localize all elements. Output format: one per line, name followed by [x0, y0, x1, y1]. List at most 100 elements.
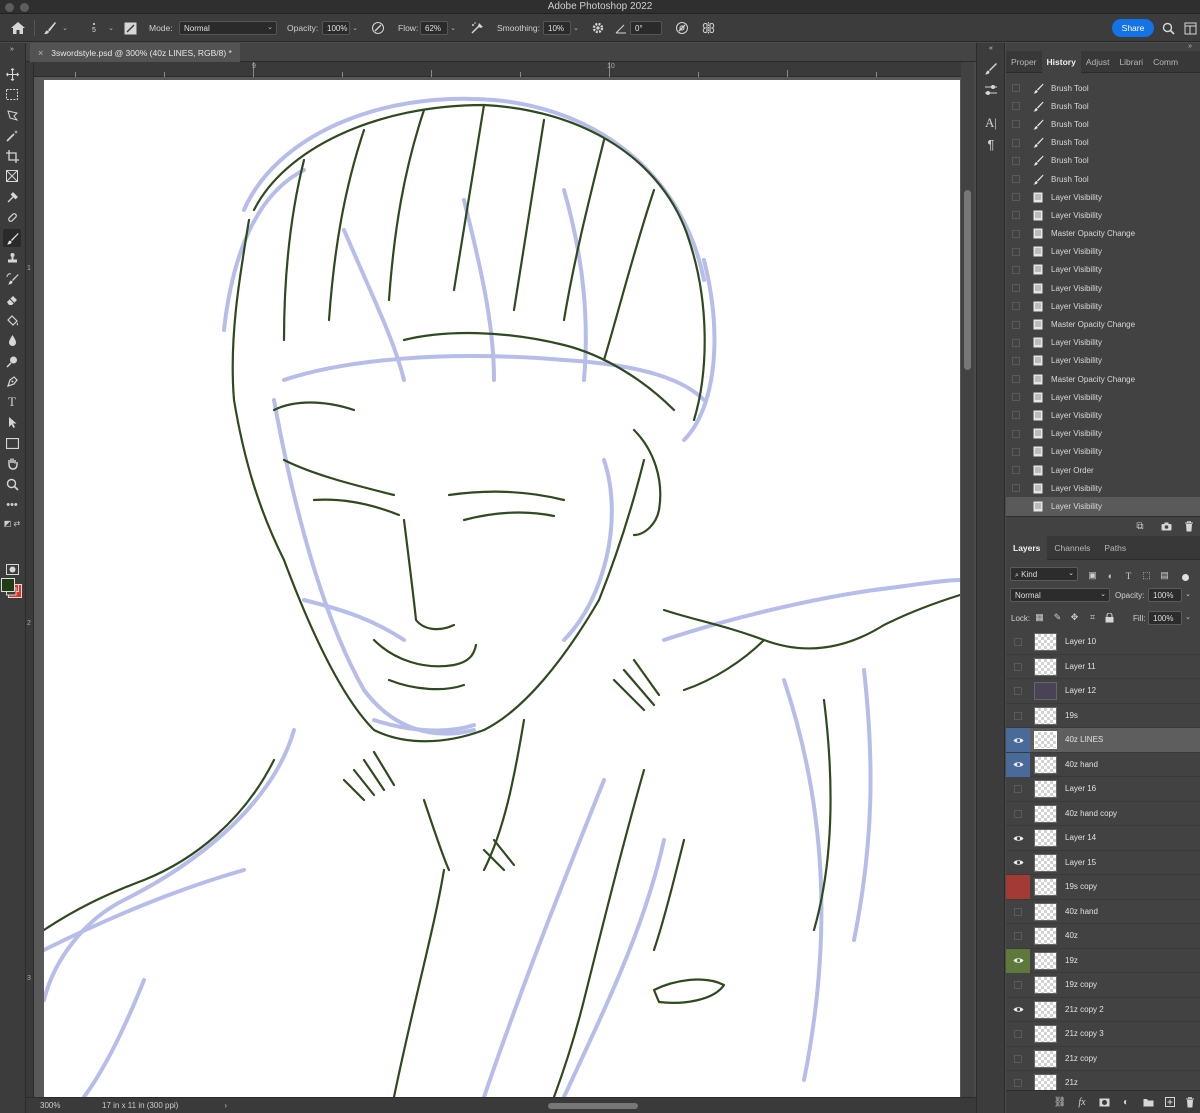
- layer-visibility-toggle[interactable]: [1006, 851, 1030, 875]
- layer-visibility-toggle[interactable]: [1006, 777, 1030, 801]
- fx-icon[interactable]: fx: [1076, 1096, 1088, 1108]
- history-source-checkbox[interactable]: [1012, 102, 1020, 111]
- layer-thumbnail[interactable]: [1034, 1049, 1057, 1068]
- document-canvas[interactable]: [44, 80, 960, 1097]
- gear-icon[interactable]: [589, 14, 607, 42]
- add-mask-icon[interactable]: [1098, 1096, 1110, 1108]
- healing-brush-tool-icon[interactable]: [3, 208, 21, 226]
- layer-row[interactable]: 21z copy: [1006, 1047, 1200, 1071]
- paragraph-panel-icon[interactable]: ¶: [982, 135, 1000, 153]
- type-filter-icon[interactable]: T: [1123, 570, 1134, 581]
- smoothing-dropdown[interactable]: ⌄: [571, 21, 581, 35]
- history-source-checkbox[interactable]: [1012, 265, 1020, 274]
- layer-thumbnail[interactable]: [1034, 927, 1057, 945]
- layer-thumbnail[interactable]: [1034, 657, 1057, 676]
- layer-thumbnail[interactable]: [1034, 1025, 1057, 1043]
- layer-visibility-toggle[interactable]: [1006, 948, 1030, 973]
- quick-mask-icon[interactable]: [3, 560, 21, 578]
- trash-icon[interactable]: [1184, 1096, 1196, 1108]
- new-document-from-state-icon[interactable]: ⧉: [1134, 520, 1146, 532]
- history-source-checkbox[interactable]: [1012, 338, 1020, 347]
- layer-row[interactable]: 21z copy 2: [1006, 998, 1200, 1022]
- brush-size-dropdown[interactable]: ⌄: [106, 14, 116, 42]
- layer-visibility-toggle[interactable]: [1006, 630, 1030, 654]
- history-item[interactable]: Layer Visibility: [1006, 206, 1200, 224]
- tab-layers[interactable]: Layers: [1006, 536, 1048, 560]
- history-source-checkbox[interactable]: [1012, 302, 1020, 311]
- layer-thumbnail[interactable]: [1034, 682, 1057, 700]
- search-icon[interactable]: [1160, 14, 1176, 42]
- history-item[interactable]: Layer Visibility: [1006, 406, 1200, 424]
- vertical-ruler[interactable]: 1 2 3: [26, 62, 34, 1097]
- layer-visibility-toggle[interactable]: [1006, 1022, 1030, 1046]
- workspace-icon[interactable]: [1182, 14, 1198, 42]
- layer-row[interactable]: Layer 10: [1006, 630, 1200, 655]
- layer-opacity-input[interactable]: 100%: [1148, 588, 1182, 602]
- expand-panels-icon[interactable]: «: [982, 43, 1000, 53]
- history-item[interactable]: Layer Visibility: [1006, 479, 1200, 497]
- layer-visibility-toggle[interactable]: [1006, 655, 1030, 679]
- layer-thumbnail[interactable]: [1034, 902, 1057, 921]
- home-icon[interactable]: [8, 14, 28, 42]
- brush-size-picker[interactable]: 5: [82, 14, 106, 42]
- layer-row[interactable]: 40z: [1006, 924, 1200, 949]
- smart-object-filter-icon[interactable]: ▤: [1159, 570, 1170, 581]
- history-item[interactable]: Layer Order: [1006, 461, 1200, 479]
- layer-row[interactable]: 40z hand: [1006, 900, 1200, 924]
- history-item[interactable]: Layer Visibility: [1006, 388, 1200, 406]
- history-item[interactable]: Layer Visibility: [1006, 443, 1200, 461]
- eyedropper-tool-icon[interactable]: [3, 188, 21, 206]
- horizontal-ruler[interactable]: 9 10: [34, 62, 961, 77]
- layer-visibility-toggle[interactable]: [1006, 924, 1030, 948]
- layer-thumbnail[interactable]: [1034, 706, 1057, 725]
- history-source-checkbox[interactable]: [1012, 156, 1020, 165]
- history-item[interactable]: Master Opacity Change: [1006, 370, 1200, 388]
- pressure-opacity-icon[interactable]: [370, 14, 386, 42]
- history-source-checkbox[interactable]: [1012, 120, 1020, 129]
- history-item[interactable]: Brush Tool: [1006, 79, 1200, 97]
- status-menu-icon[interactable]: ›: [224, 1101, 227, 1110]
- layer-row[interactable]: 19s: [1006, 704, 1200, 728]
- blend-mode-select[interactable]: Normal ⌄: [1010, 588, 1110, 602]
- history-item[interactable]: Layer Visibility: [1006, 352, 1200, 370]
- history-source-checkbox[interactable]: [1012, 138, 1020, 147]
- history-item[interactable]: Layer Visibility: [1006, 261, 1200, 279]
- paint-bucket-tool-icon[interactable]: [3, 311, 21, 329]
- character-panel-icon[interactable]: A|: [982, 114, 1000, 132]
- hand-tool-icon[interactable]: [3, 454, 21, 472]
- layer-visibility-toggle[interactable]: [1006, 704, 1030, 728]
- layer-thumbnail[interactable]: [1034, 853, 1057, 872]
- layer-thumbnail[interactable]: [1034, 878, 1057, 896]
- layer-visibility-toggle[interactable]: [1006, 973, 1030, 997]
- lasso-tool-icon[interactable]: [3, 106, 21, 124]
- history-source-checkbox[interactable]: [1012, 502, 1020, 511]
- horizontal-scrollbar-thumb[interactable]: [548, 1103, 638, 1109]
- clone-stamp-tool-icon[interactable]: [3, 249, 21, 267]
- collapse-dock-icon[interactable]: »: [1188, 43, 1192, 50]
- layer-thumbnail[interactable]: [1034, 780, 1057, 798]
- history-source-checkbox[interactable]: [1012, 411, 1020, 420]
- tab-properties[interactable]: Proper: [1006, 51, 1042, 73]
- layer-row[interactable]: 19z: [1006, 948, 1200, 973]
- history-item[interactable]: Master Opacity Change: [1006, 315, 1200, 333]
- adjustment-layer-icon[interactable]: ◐: [1120, 1096, 1132, 1108]
- zoom-level[interactable]: 300%: [40, 1101, 94, 1110]
- layer-thumbnail[interactable]: [1034, 951, 1057, 970]
- history-source-checkbox[interactable]: [1012, 175, 1020, 184]
- path-selection-tool-icon[interactable]: [3, 413, 21, 431]
- filter-toggle-icon[interactable]: [1182, 574, 1189, 581]
- layer-visibility-toggle[interactable]: [1006, 875, 1030, 899]
- zoom-tool-icon[interactable]: [3, 475, 21, 493]
- layer-visibility-toggle[interactable]: [1006, 802, 1030, 826]
- layer-visibility-toggle[interactable]: [1006, 826, 1030, 850]
- brush-tool-icon[interactable]: [3, 229, 21, 247]
- angle-input[interactable]: 0°: [630, 21, 662, 35]
- history-source-checkbox[interactable]: [1012, 247, 1020, 256]
- tab-paths[interactable]: Paths: [1097, 536, 1133, 560]
- layer-thumbnail[interactable]: [1034, 731, 1057, 749]
- airbrush-icon[interactable]: [468, 14, 486, 42]
- lock-position-icon[interactable]: ✥: [1069, 612, 1080, 623]
- frame-tool-icon[interactable]: [3, 167, 21, 185]
- more-tools-icon[interactable]: •••: [3, 496, 21, 514]
- pressure-size-icon[interactable]: [673, 14, 691, 42]
